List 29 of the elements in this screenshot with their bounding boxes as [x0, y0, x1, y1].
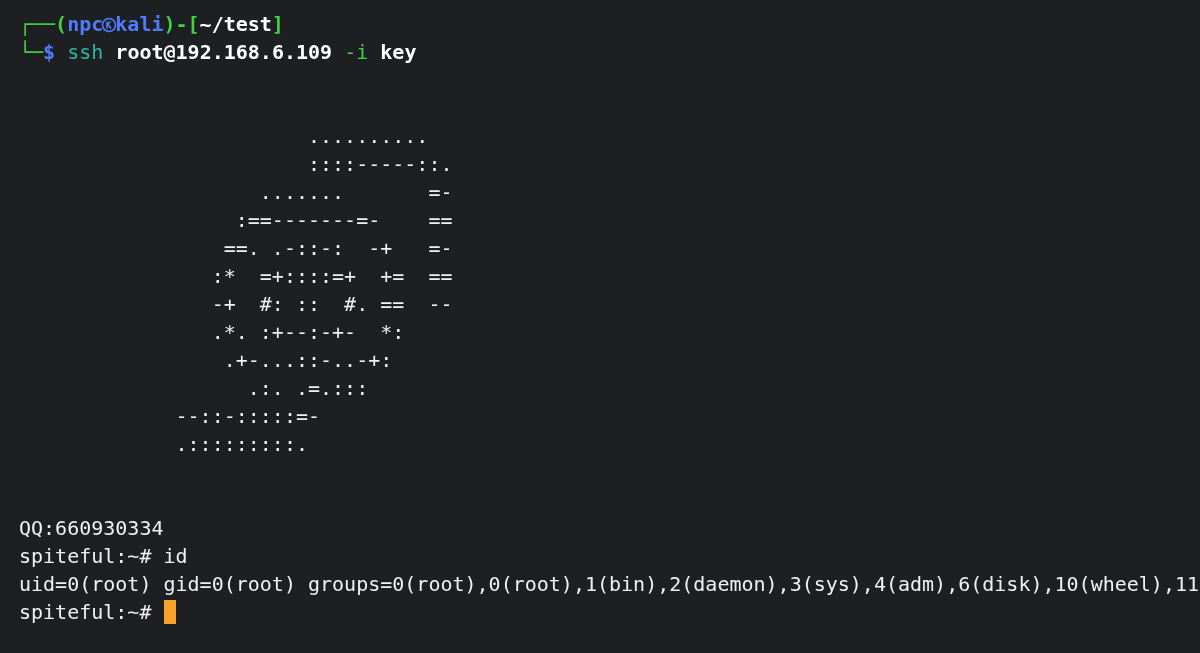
prompt-frame: )-[ — [163, 12, 200, 36]
ascii-art-line: .:::::::::. — [174, 432, 308, 456]
output-line: uid=0(root) gid=0(root) groups=0(root),0(root),1(bin),2(daemon),3(sys),4(adm),6(disk),10(wheel),11 — [19, 572, 1200, 596]
shell-prompt: spiteful:~# — [19, 600, 153, 624]
output-line: QQ:660930334 — [19, 516, 164, 540]
option-text: -i — [344, 40, 369, 64]
prompt-path: ~/test — [199, 12, 272, 36]
command-name: ssh — [67, 40, 104, 64]
ascii-art-line: .+-...::-..-+: — [222, 348, 393, 372]
ascii-art-line: :==-------=- == — [234, 208, 453, 232]
ascii-art-line: :* =+::::=+ += == — [210, 264, 453, 288]
prompt-frame: ] — [271, 12, 284, 36]
ascii-art-line: ....... =- — [258, 180, 453, 204]
prompt-frame: └─ — [19, 40, 44, 64]
prompt-host: kali — [115, 12, 164, 36]
prompt-user: npc — [67, 12, 104, 36]
ascii-art-line: .:. .=.::: — [246, 376, 369, 400]
ascii-art-line: .......... — [307, 124, 429, 148]
ascii-art-line: -+ #: :: #. == -- — [210, 292, 453, 316]
circled-glyph-icon — [101, 17, 118, 33]
command-argument: key — [380, 40, 417, 64]
command-argument: root@192.168.6.109 — [115, 40, 333, 64]
ascii-art-line: ==. .-::-: -+ =- — [222, 236, 453, 260]
prompt-symbol: $ — [43, 40, 56, 64]
ascii-art-line: --::-:::::=- — [174, 404, 321, 428]
output-line: spiteful:~# id — [19, 544, 188, 568]
ascii-art-line: ::::-----::. — [307, 152, 453, 176]
prompt-frame: ┌──( — [19, 12, 68, 36]
ascii-art-line: .*. :+--:-+- *: — [210, 320, 405, 344]
